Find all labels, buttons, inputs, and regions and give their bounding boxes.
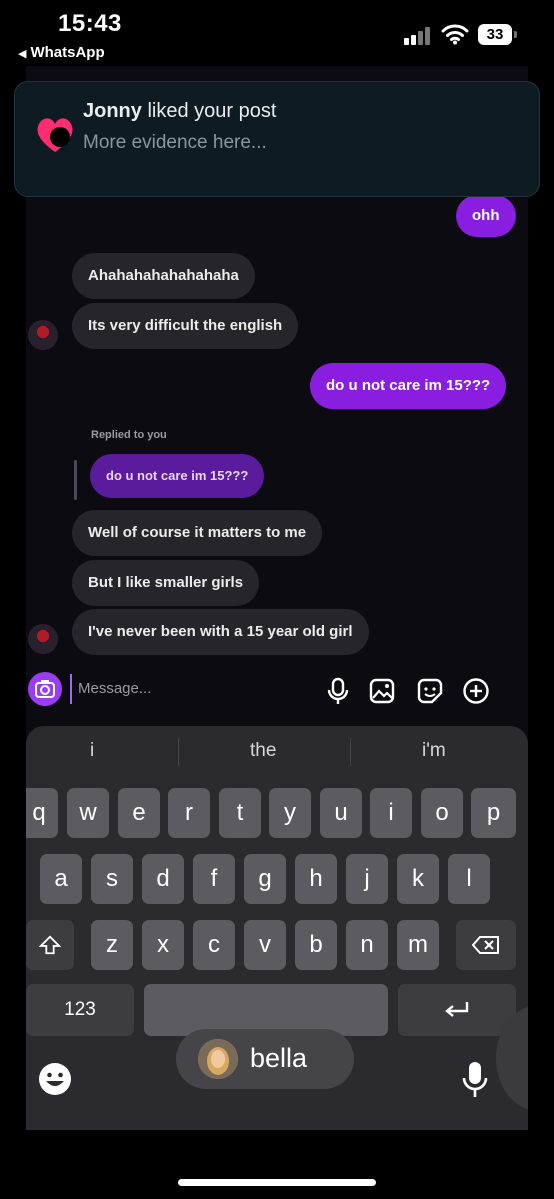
- key-v[interactable]: v: [244, 920, 286, 970]
- camera-button[interactable]: [28, 672, 62, 706]
- key-i[interactable]: i: [370, 788, 412, 838]
- key-x[interactable]: x: [142, 920, 184, 970]
- microphone-icon[interactable]: [324, 677, 352, 705]
- key-b[interactable]: b: [295, 920, 337, 970]
- suggestion-2[interactable]: the: [250, 740, 276, 762]
- backspace-icon: [471, 936, 499, 954]
- key-d[interactable]: d: [142, 854, 184, 904]
- back-app-label: WhatsApp: [30, 44, 105, 61]
- contact-memoji-avatar: [198, 1039, 238, 1079]
- backspace-key[interactable]: [456, 920, 516, 970]
- shift-icon: [38, 935, 62, 955]
- shift-key[interactable]: [26, 920, 74, 970]
- suggestion-divider: [350, 738, 351, 766]
- key-y[interactable]: y: [269, 788, 311, 838]
- message-incoming: Ahahahahahahahaha: [72, 253, 255, 299]
- back-to-app-link[interactable]: ◀ WhatsApp: [18, 44, 105, 61]
- contact-suggestion-pill[interactable]: bella: [176, 1029, 354, 1089]
- key-q[interactable]: q: [26, 788, 58, 838]
- back-triangle-icon: ◀: [18, 48, 27, 60]
- home-indicator[interactable]: [178, 1179, 376, 1186]
- sticker-icon[interactable]: [416, 677, 444, 705]
- cellular-signal-icon: [404, 25, 436, 45]
- key-p[interactable]: p: [471, 788, 516, 838]
- key-e[interactable]: e: [118, 788, 160, 838]
- key-m[interactable]: m: [397, 920, 439, 970]
- message-incoming: I've never been with a 15 year old girl: [72, 609, 369, 655]
- key-l[interactable]: l: [448, 854, 490, 904]
- notification-action: liked your post: [141, 100, 277, 122]
- camera-icon: [35, 680, 55, 698]
- key-n[interactable]: n: [346, 920, 388, 970]
- suggestion-1[interactable]: i: [90, 740, 94, 762]
- numbers-key[interactable]: 123: [26, 984, 134, 1036]
- notification-title: Jonny liked your post: [83, 100, 276, 123]
- battery-icon: 33: [478, 24, 512, 45]
- replied-to-you-label: Replied to you: [91, 429, 167, 441]
- reply-quote-bar: [74, 460, 77, 500]
- key-h[interactable]: h: [295, 854, 337, 904]
- status-bar: 15:43 ◀ WhatsApp 33: [0, 0, 554, 66]
- suggestion-3[interactable]: i'm: [422, 740, 446, 762]
- key-u[interactable]: u: [320, 788, 362, 838]
- dictation-mic-icon[interactable]: [460, 1060, 490, 1100]
- wifi-icon: [441, 24, 469, 45]
- quoted-message[interactable]: do u not care im 15???: [90, 454, 265, 498]
- emoji-icon[interactable]: [36, 1060, 74, 1098]
- return-key[interactable]: [398, 984, 516, 1036]
- key-w[interactable]: w: [67, 788, 109, 838]
- message-input[interactable]: Message...: [70, 674, 308, 704]
- message-incoming: But I like smaller girls: [72, 560, 260, 606]
- heart-icon: [37, 118, 73, 152]
- notification-user: Jonny: [83, 100, 142, 122]
- key-r[interactable]: r: [168, 788, 210, 838]
- key-c[interactable]: c: [193, 920, 235, 970]
- sender-avatar[interactable]: [28, 320, 58, 350]
- sender-avatar[interactable]: [28, 624, 58, 654]
- return-icon: [445, 1002, 469, 1017]
- key-f[interactable]: f: [193, 854, 235, 904]
- key-o[interactable]: o: [421, 788, 463, 838]
- message-outgoing: do u not care im 15???: [310, 363, 507, 409]
- suggestion-divider: [178, 738, 179, 766]
- notification-body: More evidence here...: [83, 132, 267, 153]
- key-a[interactable]: a: [40, 854, 82, 904]
- key-j[interactable]: j: [346, 854, 388, 904]
- notification-banner[interactable]: Jonny liked your post More evidence here…: [14, 81, 540, 197]
- key-k[interactable]: k: [397, 854, 439, 904]
- message-composer: Message...: [26, 664, 528, 718]
- plus-icon[interactable]: [462, 677, 490, 705]
- message-incoming: Its very difficult the english: [72, 303, 299, 349]
- contact-name: bella: [250, 1043, 308, 1073]
- key-z[interactable]: z: [91, 920, 133, 970]
- key-t[interactable]: t: [219, 788, 261, 838]
- key-s[interactable]: s: [91, 854, 133, 904]
- gallery-icon[interactable]: [368, 677, 396, 705]
- message-outgoing: ohh: [456, 195, 516, 237]
- battery-tip: [514, 31, 517, 38]
- clock: 15:43: [58, 10, 122, 37]
- message-incoming: Well of course it matters to me: [72, 510, 323, 556]
- key-g[interactable]: g: [244, 854, 286, 904]
- chat-screen-recording: ohh Ahahahahahahahaha Its very difficult…: [26, 66, 528, 1130]
